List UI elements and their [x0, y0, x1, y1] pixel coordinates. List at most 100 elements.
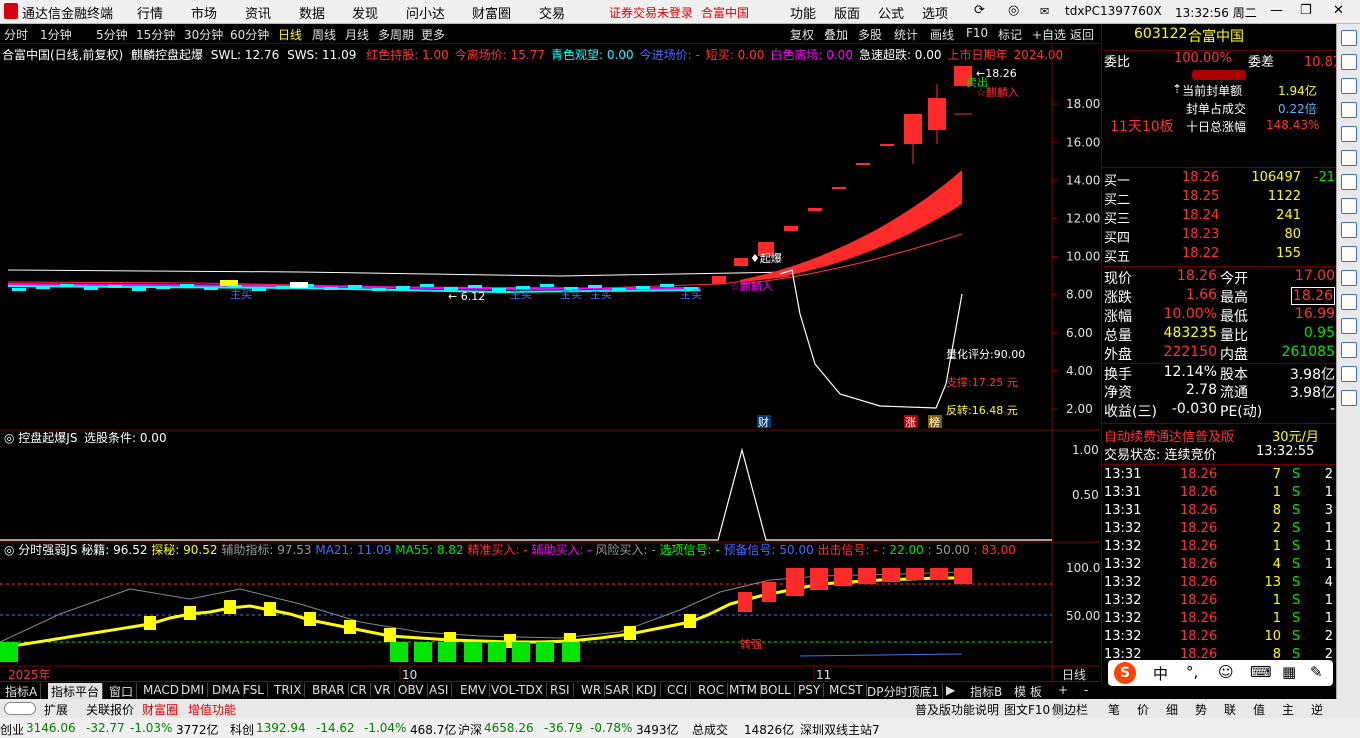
indicator-tab-right[interactable]: - — [1084, 683, 1088, 697]
indicator-tab[interactable]: KDJ — [633, 683, 661, 697]
indicator-tab[interactable]: EMV — [457, 683, 491, 697]
period-tab[interactable]: 15分钟 — [136, 26, 175, 43]
indicator-tab[interactable]: DMA — [209, 683, 244, 697]
menu-item-faxian[interactable]: 发现 — [352, 3, 378, 22]
bid-row[interactable]: 买四 18.23 80 — [1102, 227, 1337, 246]
menu-item-shichang[interactable]: 市场 — [191, 3, 217, 22]
chart-btn-diejia[interactable]: 叠加 — [824, 26, 848, 43]
indicator-tab-right[interactable]: + — [1058, 683, 1068, 697]
indicator-tab[interactable]: DMI — [178, 683, 209, 697]
indicator-tab[interactable]: OBV — [395, 683, 428, 697]
quote-tab[interactable]: 价 — [1137, 701, 1149, 718]
menu-item-shuju[interactable]: 数据 — [299, 3, 325, 22]
mail-icon[interactable] — [1341, 198, 1357, 214]
menu-item-jiaoyi[interactable]: 交易 — [539, 3, 565, 22]
indicator-tab[interactable]: ASI — [426, 683, 453, 697]
quote-tab[interactable]: 联 — [1224, 701, 1236, 718]
ime-emoji-icon[interactable]: ☺ — [1218, 663, 1234, 681]
indicator-tab[interactable]: DP分时顶底1 — [864, 683, 944, 700]
function-tab[interactable]: 关联报价 — [86, 701, 134, 718]
maximize-icon[interactable]: ❐ — [1300, 3, 1312, 18]
ime-logo-icon[interactable]: S — [1114, 662, 1136, 684]
period-tab[interactable]: 周线 — [312, 26, 336, 43]
chart-btn-fanhui[interactable]: 返回 — [1070, 26, 1094, 43]
ime-grid-icon[interactable]: ▦ — [1282, 663, 1296, 681]
news-icon[interactable] — [1341, 174, 1357, 190]
tab-scroll-icon[interactable]: ▶ — [946, 683, 955, 697]
menu-item-gongneng[interactable]: 功能 — [790, 3, 816, 22]
rsi-icon[interactable] — [1341, 318, 1357, 334]
close-icon[interactable]: ✕ — [1333, 3, 1344, 18]
ad-text[interactable]: 自动续费通达信普及版 — [1104, 426, 1234, 445]
quote-tab[interactable]: 主 — [1282, 701, 1294, 718]
function-tab[interactable]: 扩展 — [44, 701, 68, 718]
indicator-tab[interactable]: BRAR — [309, 683, 349, 697]
trade-login-notice[interactable]: 证券交易未登录 — [609, 4, 693, 21]
function-tab-right[interactable]: 侧边栏 — [1052, 701, 1088, 718]
db-icon[interactable] — [1341, 294, 1357, 310]
menu-item-banmian[interactable]: 版面 — [834, 3, 860, 22]
chart-btn-fuquan[interactable]: 复权 — [790, 26, 814, 43]
menu-item-wenxiaoda[interactable]: 问小达 — [406, 3, 445, 22]
mail-icon[interactable]: ✉ — [1040, 5, 1049, 18]
ime-skin-icon[interactable]: ✎ — [1310, 663, 1323, 681]
indicator-tab[interactable]: RSI — [547, 683, 574, 697]
ff-icon[interactable] — [1341, 246, 1357, 262]
indicator-tab[interactable]: VOL-TDX — [488, 683, 547, 697]
period-tab[interactable]: 多周期 — [378, 26, 414, 43]
period-tab[interactable]: 30分钟 — [184, 26, 223, 43]
indicator-tab[interactable]: VR — [371, 683, 395, 697]
arrow-left-icon[interactable] — [1341, 54, 1357, 70]
chart-btn-huaxian[interactable]: 画线 — [930, 26, 954, 43]
period-tab[interactable]: 5分钟 — [96, 26, 128, 43]
ime-toolbar[interactable]: S 中 °, ☺ ⌨ ▦ ✎ — [1108, 660, 1333, 686]
chart-area[interactable]: 合富中国(日线,前复权) 麒麟控盘起爆 SWL: 12.76 SWS: 11.0… — [0, 44, 1100, 684]
period-tab[interactable]: 60分钟 — [230, 26, 269, 43]
toggle-switch[interactable] — [4, 702, 36, 715]
k-line-icon[interactable] — [1341, 150, 1357, 166]
menu-item-hangqing[interactable]: 行情 — [137, 3, 163, 22]
menu-item-xuanxiang[interactable]: 选项 — [922, 3, 948, 22]
menu-item-caifuquan[interactable]: 财富圈 — [472, 3, 511, 22]
period-tab[interactable]: 分时 — [4, 26, 28, 43]
chart-btn-biaoji[interactable]: 标记 — [998, 26, 1022, 43]
minimize-icon[interactable]: — — [1270, 3, 1283, 18]
function-tab-right[interactable]: 普及版功能说明 — [915, 701, 999, 718]
chart-btn-f10[interactable]: F10 — [966, 26, 988, 40]
indicator-tab-right[interactable]: 模 板 — [1014, 683, 1042, 700]
quote-tab[interactable]: 逆 — [1311, 701, 1323, 718]
indicator-tab[interactable]: 指标A — [2, 683, 42, 700]
fund-icon[interactable] — [1341, 222, 1357, 238]
f10-icon[interactable] — [1341, 390, 1357, 406]
indicator-tab[interactable]: MTM — [726, 683, 762, 697]
home-icon[interactable] — [1341, 30, 1357, 46]
period-tab-more[interactable]: 更多 — [421, 26, 445, 43]
refresh-icon[interactable]: ⟳ — [974, 3, 985, 18]
x-axis-icon[interactable] — [1341, 126, 1357, 142]
bid-row[interactable]: 买一 18.26 106497 -21 — [1102, 170, 1337, 189]
sub1-title[interactable]: ◎ 控盘起爆JS — [4, 430, 77, 445]
user-icon[interactable]: ◎ — [1008, 3, 1019, 18]
indicator-tab[interactable]: PSY — [795, 683, 825, 697]
list-icon[interactable] — [1341, 102, 1357, 118]
ime-lang-icon[interactable]: 中 — [1153, 663, 1168, 684]
indicator-tab[interactable]: 指标平台 — [48, 683, 104, 700]
chart-btn-tongji[interactable]: 统计 — [894, 26, 918, 43]
collapse-toggle-icon[interactable] — [1192, 70, 1246, 80]
ad-price[interactable]: 30元/月 — [1272, 426, 1319, 445]
indicator-tab[interactable]: ROC — [695, 683, 729, 697]
indicator-tab[interactable]: CR — [347, 683, 371, 697]
star-icon[interactable] — [1341, 270, 1357, 286]
hand-icon[interactable] — [1341, 342, 1357, 358]
indicator-tab[interactable]: FSL — [240, 683, 268, 697]
indicator-tab[interactable]: CCI — [664, 683, 692, 697]
quote-tab[interactable]: 值 — [1253, 701, 1265, 718]
indicator-tab[interactable]: BOLL — [757, 683, 795, 697]
chart-btn-zixuan[interactable]: +自选 — [1032, 26, 1066, 43]
chart-btn-duogu[interactable]: 多股 — [858, 26, 882, 43]
function-tab-right[interactable]: 图文F10 — [1004, 701, 1050, 718]
bid-row[interactable]: 买二 18.25 1122 — [1102, 189, 1337, 208]
indicator-tab[interactable]: MCST — [826, 683, 867, 697]
period-tab[interactable]: 月线 — [345, 26, 369, 43]
bid-row[interactable]: 买五 18.22 155 — [1102, 246, 1337, 265]
